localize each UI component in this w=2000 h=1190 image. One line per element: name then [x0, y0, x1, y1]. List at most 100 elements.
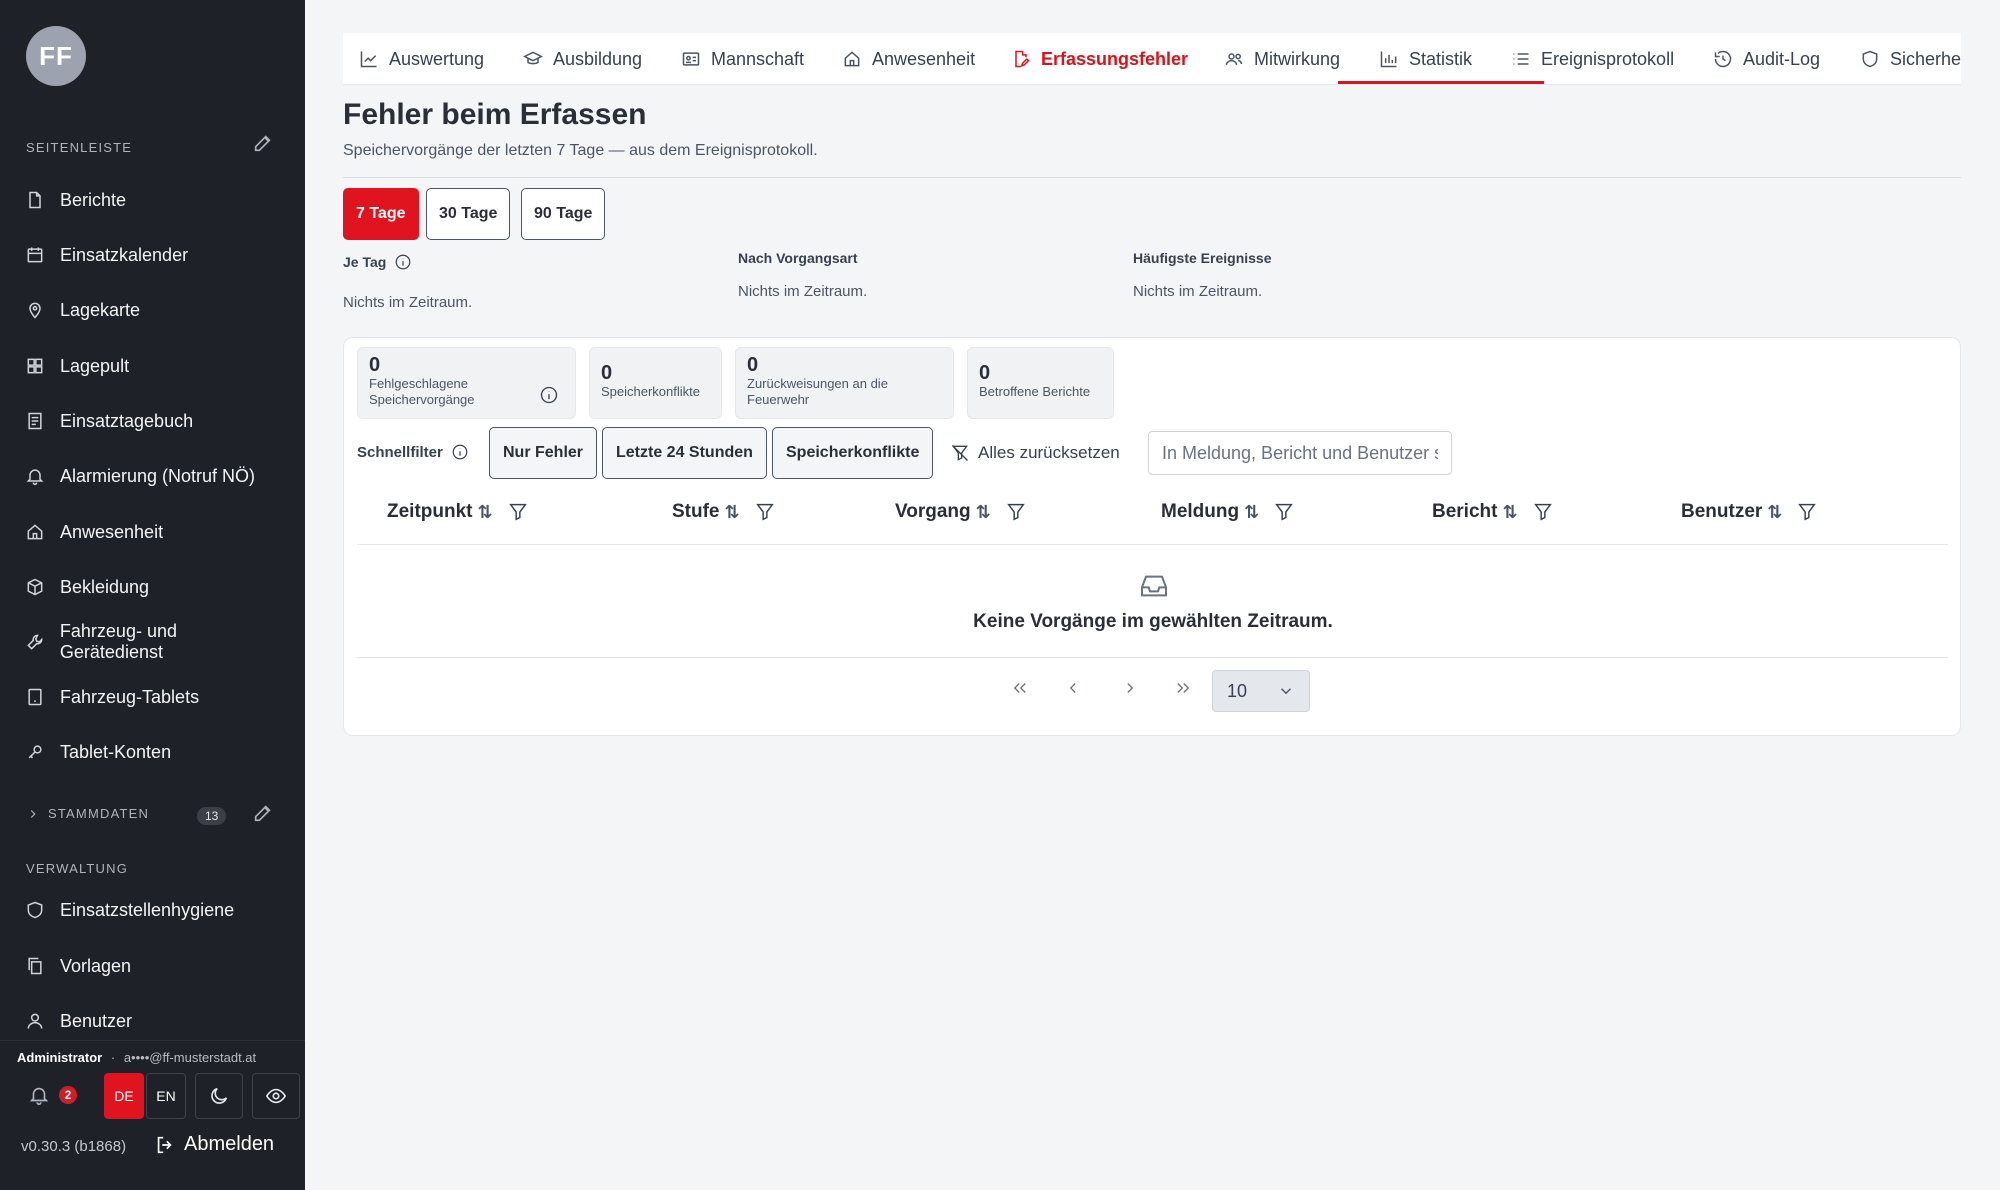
- column-label: Bericht: [1432, 501, 1498, 522]
- tab-label: Mitwirkung: [1254, 48, 1341, 69]
- tab-ausbildung[interactable]: Ausbildung: [523, 33, 642, 84]
- range-7-days-button[interactable]: 7 Tage: [343, 188, 419, 240]
- column-header-benutzer[interactable]: Benutzer ⇅: [1681, 501, 1818, 523]
- sort-icon[interactable]: ⇅: [1244, 502, 1259, 523]
- tab-anwesenheit[interactable]: Anwesenheit: [842, 33, 975, 84]
- notifications-bell-icon[interactable]: [28, 1084, 52, 1108]
- tablet-icon: [24, 686, 46, 708]
- column-header-vorgang[interactable]: Vorgang ⇅: [895, 501, 1027, 523]
- dark-mode-toggle[interactable]: [195, 1073, 243, 1119]
- tab-label: Sicherhei: [1890, 48, 1961, 69]
- sidebar-item-einsatzstellenhygiene[interactable]: Einsatzstellenhygiene: [24, 890, 284, 930]
- sidebar-item-vorlagen[interactable]: Vorlagen: [24, 946, 284, 986]
- kpi-value: 0: [601, 362, 613, 384]
- filter-icon[interactable]: [1796, 501, 1818, 523]
- sidebar-item-label: Einsatzstellenhygiene: [60, 899, 235, 920]
- range-30-days-button[interactable]: 30 Tage: [426, 188, 511, 240]
- info-icon[interactable]: [394, 253, 412, 271]
- sidebar-item-tablet-konten[interactable]: Tablet-Konten: [24, 732, 284, 772]
- first-page-button[interactable]: [1004, 672, 1036, 704]
- filter-only-errors-button[interactable]: Nur Fehler: [489, 427, 598, 479]
- page-size-select[interactable]: 10: [1212, 670, 1310, 712]
- sidebar-item-benutzer[interactable]: Benutzer: [24, 1001, 284, 1041]
- sidebar-item-label: Alarmierung (Notruf NÖ): [60, 465, 256, 486]
- page-size-value: 10: [1227, 680, 1248, 701]
- sidebar: FF SEITENLEISTE Berichte Einsatzkalender…: [0, 0, 305, 1190]
- bar-chart-icon: [1380, 51, 1397, 68]
- sidebar-item-lagekarte[interactable]: Lagekarte: [24, 290, 284, 330]
- preview-toggle[interactable]: [252, 1073, 300, 1119]
- chevron-down-icon: [1281, 688, 1291, 695]
- sidebar-item-bekleidung[interactable]: Bekleidung: [24, 567, 284, 607]
- avatar[interactable]: FF: [26, 26, 86, 86]
- kpi-value: 0: [979, 362, 991, 384]
- stammdaten-count-badge: 13: [197, 807, 227, 825]
- filter-icon[interactable]: [1005, 501, 1027, 523]
- tab-label: Auswertung: [389, 48, 485, 69]
- tab-audit-log[interactable]: Audit-Log: [1713, 33, 1820, 84]
- top-events-heading: Häufigste Ereignisse: [1133, 250, 1272, 266]
- column-header-zeitpunkt[interactable]: Zeitpunkt ⇅: [387, 501, 529, 523]
- edit-sidebar-icon[interactable]: [252, 132, 276, 156]
- tab-mannschaft[interactable]: Mannschaft: [681, 33, 805, 84]
- logout-icon: [157, 1136, 172, 1153]
- tab-label: Erfassungsfehler: [1041, 48, 1189, 69]
- sort-icon[interactable]: ⇅: [478, 502, 493, 523]
- tab-erfassungsfehler[interactable]: Erfassungsfehler: [1011, 33, 1189, 84]
- chevrons-left-icon: [1013, 683, 1026, 693]
- logout-button[interactable]: Abmelden: [154, 1133, 274, 1156]
- per-day-empty: Nichts im Zeitraum.: [343, 294, 473, 311]
- tab-ereignisprotokoll[interactable]: Ereignisprotokoll: [1511, 33, 1674, 84]
- sidebar-item-fahrzeugdienst[interactable]: Fahrzeug- und Gerätedienst: [24, 621, 284, 662]
- section-toggle-stammdaten[interactable]: STAMMDATEN: [26, 806, 149, 821]
- column-header-bericht[interactable]: Bericht ⇅: [1432, 501, 1554, 523]
- sort-icon[interactable]: ⇅: [725, 502, 740, 523]
- sort-icon[interactable]: ⇅: [976, 502, 991, 523]
- filter-icon[interactable]: [1532, 501, 1554, 523]
- next-page-button[interactable]: [1114, 672, 1146, 704]
- sidebar-item-anwesenheit[interactable]: Anwesenheit: [24, 512, 284, 552]
- tab-auswertung[interactable]: Auswertung: [359, 33, 485, 84]
- by-type-heading: Nach Vorgangsart: [738, 250, 858, 266]
- sidebar-item-fahrzeug-tablets[interactable]: Fahrzeug-Tablets: [24, 677, 284, 717]
- tab-sicherheit[interactable]: Sicherhei: [1860, 33, 1961, 84]
- info-icon[interactable]: [539, 385, 559, 405]
- quickfilter-label: Schnellfilter: [357, 443, 443, 461]
- filter-icon[interactable]: [1273, 501, 1295, 523]
- language-en-button[interactable]: EN: [146, 1073, 186, 1119]
- per-day-heading: Je Tag: [343, 253, 412, 271]
- home-icon: [844, 51, 860, 67]
- filter-last-24h-button[interactable]: Letzte 24 Stunden: [602, 427, 767, 479]
- info-icon[interactable]: [451, 443, 469, 461]
- app-version: v0.30.3 (b1868): [21, 1138, 127, 1155]
- notification-count-badge: 2: [59, 1086, 77, 1104]
- sort-icon[interactable]: ⇅: [1502, 502, 1517, 523]
- chart-line-icon: [360, 51, 377, 68]
- search-input[interactable]: [1148, 431, 1452, 475]
- kpi-value: 0: [747, 354, 759, 376]
- sidebar-item-label: Vorlagen: [60, 955, 132, 976]
- reset-all-button[interactable]: Alles zurücksetzen: [950, 443, 1120, 463]
- last-page-button[interactable]: [1167, 672, 1199, 704]
- edit-stammdaten-icon[interactable]: [252, 802, 276, 826]
- range-90-days-button[interactable]: 90 Tage: [521, 188, 606, 240]
- tab-statistik[interactable]: Statistik: [1379, 33, 1472, 84]
- sidebar-item-lagepult[interactable]: Lagepult: [24, 346, 284, 386]
- sidebar-item-alarmierung[interactable]: Alarmierung (Notruf NÖ): [24, 456, 284, 496]
- filter-icon[interactable]: [754, 501, 776, 523]
- prev-page-button[interactable]: [1057, 672, 1089, 704]
- sidebar-item-berichte[interactable]: Berichte: [24, 180, 284, 220]
- sort-icon[interactable]: ⇅: [1767, 502, 1782, 523]
- column-header-stufe[interactable]: Stufe ⇅: [672, 501, 776, 523]
- grid-icon: [24, 355, 46, 377]
- tab-mitwirkung[interactable]: Mitwirkung: [1224, 33, 1341, 84]
- filter-save-conflicts-button[interactable]: Speicherkonflikte: [772, 427, 934, 479]
- column-header-meldung[interactable]: Meldung ⇅: [1161, 501, 1295, 523]
- tab-label: Mannschaft: [711, 48, 805, 69]
- sidebar-item-einsatztagebuch[interactable]: Einsatztagebuch: [24, 401, 284, 441]
- filter-icon[interactable]: [507, 501, 529, 523]
- kpi-failed-saves: 0 Fehlgeschlagene Speichervorgänge: [357, 347, 576, 419]
- sidebar-item-einsatzkalender[interactable]: Einsatzkalender: [24, 235, 284, 275]
- sidebar-item-label: Lagekarte: [60, 299, 141, 320]
- language-de-button[interactable]: DE: [104, 1073, 144, 1119]
